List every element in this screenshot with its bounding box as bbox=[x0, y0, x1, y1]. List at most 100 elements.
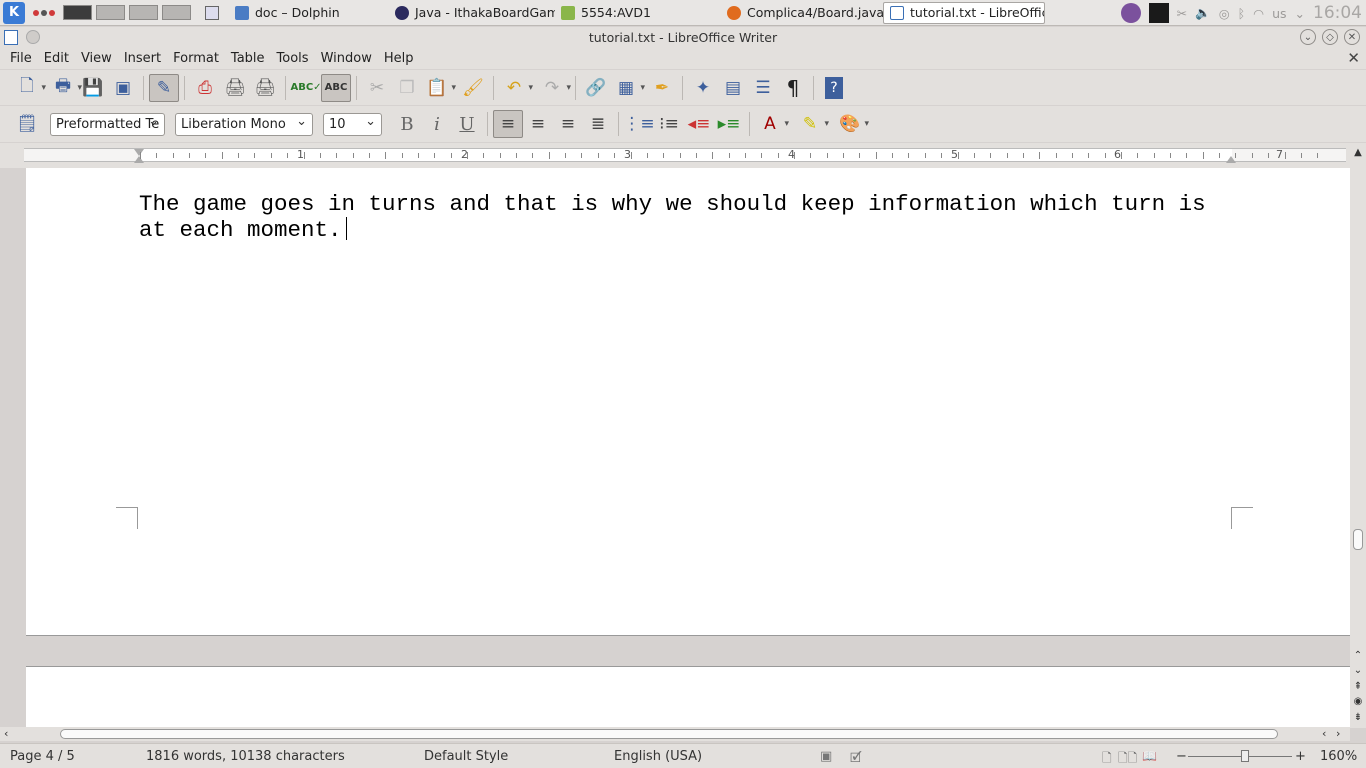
single-page-view-icon[interactable]: 🗋 bbox=[1102, 749, 1112, 768]
numbering-icon[interactable]: ⋮≡ bbox=[623, 110, 654, 138]
activity-switcher-icon[interactable] bbox=[33, 9, 55, 16]
desktop-1[interactable] bbox=[63, 5, 92, 20]
next-page-icon[interactable]: ⇟ bbox=[1350, 710, 1366, 726]
previous-page-icon[interactable]: ⇞ bbox=[1350, 679, 1366, 695]
menu-format[interactable]: Format bbox=[167, 51, 225, 66]
document-body[interactable]: The game goes in turns and that is why w… bbox=[139, 191, 1229, 243]
selection-mode-icon[interactable]: ▣ bbox=[820, 749, 832, 764]
task-firefox[interactable]: Complica4/Board.java bbox=[721, 2, 883, 24]
formatting-marks-icon[interactable]: ¶ bbox=[778, 74, 808, 102]
justify-icon[interactable]: ≣ bbox=[583, 110, 613, 138]
print-preview-icon[interactable]: 🖨 bbox=[250, 74, 280, 102]
clone-formatting-icon[interactable]: 🖌 bbox=[458, 74, 488, 102]
task-eclipse[interactable]: Java - IthakaBoardGam bbox=[389, 2, 555, 24]
application-launcher-icon[interactable]: K bbox=[3, 1, 25, 24]
close-window-button[interactable]: ✕ bbox=[1344, 29, 1360, 45]
document-page[interactable]: The game goes in turns and that is why w… bbox=[26, 168, 1350, 636]
menu-insert[interactable]: Insert bbox=[118, 51, 167, 66]
scroll-down-small-icon[interactable]: ⌄ bbox=[1350, 663, 1366, 679]
font-name-select[interactable]: Liberation Mono bbox=[175, 112, 313, 136]
italic-button[interactable]: i bbox=[422, 110, 452, 138]
autospellcheck-icon[interactable]: ABC bbox=[321, 73, 351, 102]
font-size-select[interactable]: 10 bbox=[323, 112, 382, 136]
viber-icon[interactable] bbox=[1120, 3, 1141, 23]
bluetooth-icon[interactable]: ᛒ bbox=[1238, 6, 1246, 21]
menu-table[interactable]: Table bbox=[225, 51, 271, 66]
new-document-icon[interactable]: 🗋 bbox=[12, 74, 46, 102]
page-style[interactable]: Default Style bbox=[424, 749, 508, 764]
ruler-bar[interactable]: 1 2 3 4 5 6 7 bbox=[24, 148, 1346, 163]
menu-edit[interactable]: Edit bbox=[38, 51, 75, 66]
redo-icon[interactable]: ↷ bbox=[537, 74, 571, 102]
multi-page-view-icon[interactable]: 🗋🗋 bbox=[1118, 749, 1137, 768]
hyperlink-icon[interactable]: 🔗 bbox=[581, 74, 611, 102]
cut-icon[interactable]: ✂ bbox=[362, 74, 392, 102]
navigation-icon[interactable]: ◉ bbox=[1350, 694, 1366, 710]
scroll-down-icon[interactable]: ⌃ bbox=[1350, 648, 1366, 664]
styles-and-formatting-icon[interactable]: 🗒 bbox=[12, 110, 42, 138]
font-color-icon[interactable]: A bbox=[755, 110, 789, 138]
menu-help[interactable]: Help bbox=[378, 51, 420, 66]
paragraph-style-select[interactable]: Preformatted Te bbox=[50, 112, 165, 136]
pin-icon[interactable] bbox=[26, 30, 40, 44]
left-indent-marker[interactable] bbox=[134, 156, 144, 163]
clock[interactable]: 16:04 bbox=[1313, 3, 1362, 23]
minimize-button[interactable]: ⌄ bbox=[1300, 29, 1316, 45]
scroll-up-icon[interactable]: ▲ bbox=[1350, 145, 1366, 161]
desktop-3[interactable] bbox=[129, 5, 158, 20]
scissors-icon[interactable]: ✂ bbox=[1177, 6, 1187, 21]
show-desktop-icon[interactable] bbox=[205, 5, 219, 20]
text-language[interactable]: English (USA) bbox=[614, 749, 702, 764]
insert-table-icon[interactable]: ▦ bbox=[611, 74, 645, 102]
horizontal-scroll-thumb[interactable] bbox=[60, 729, 1278, 739]
close-document-icon[interactable]: ✕ bbox=[1347, 49, 1360, 67]
align-left-icon[interactable]: ≡ bbox=[493, 110, 523, 138]
tray-expand-icon[interactable]: ⌄ bbox=[1295, 6, 1305, 21]
maximize-button[interactable]: ◇ bbox=[1322, 29, 1338, 45]
task-android-emulator[interactable]: 5554:AVD1 bbox=[555, 2, 721, 24]
writer-app-icon[interactable] bbox=[4, 30, 18, 45]
menu-view[interactable]: View bbox=[75, 51, 118, 66]
open-icon[interactable]: 🖶 bbox=[48, 74, 82, 102]
print-icon[interactable]: 🖨 bbox=[220, 74, 250, 102]
scroll-left-end-icon[interactable]: ‹ bbox=[1322, 727, 1326, 740]
align-right-icon[interactable]: ≡ bbox=[553, 110, 583, 138]
virtual-desktop-pager[interactable] bbox=[63, 5, 191, 20]
wifi-icon[interactable]: ◠ bbox=[1253, 6, 1264, 21]
paste-icon[interactable]: 📋 bbox=[422, 74, 456, 102]
menu-tools[interactable]: Tools bbox=[271, 51, 315, 66]
zoom-in-button[interactable]: + bbox=[1295, 749, 1306, 764]
zoom-slider-handle[interactable] bbox=[1241, 750, 1249, 762]
undo-icon[interactable]: ↶ bbox=[499, 74, 533, 102]
export-pdf-icon[interactable]: ⎙ bbox=[190, 74, 220, 102]
zoom-out-button[interactable]: − bbox=[1176, 749, 1187, 764]
word-count[interactable]: 1816 words, 10138 characters bbox=[146, 749, 345, 764]
decrease-indent-icon[interactable]: ◂≡ bbox=[684, 110, 714, 138]
align-center-icon[interactable]: ≡ bbox=[523, 110, 553, 138]
menu-file[interactable]: File bbox=[4, 51, 38, 66]
data-sources-icon[interactable]: ☰ bbox=[748, 74, 778, 102]
copy-icon[interactable]: ❐ bbox=[392, 74, 422, 102]
first-line-indent-marker[interactable] bbox=[134, 149, 144, 156]
edit-mode-icon[interactable]: ✎ bbox=[149, 73, 179, 102]
vertical-scroll-thumb[interactable] bbox=[1353, 529, 1363, 550]
desktop-4[interactable] bbox=[162, 5, 191, 20]
menu-window[interactable]: Window bbox=[315, 51, 378, 66]
book-view-icon[interactable]: 📖 bbox=[1142, 749, 1157, 763]
save-icon[interactable]: 💾 bbox=[78, 74, 108, 102]
desktop-2[interactable] bbox=[96, 5, 125, 20]
volume-icon[interactable]: 🔈 bbox=[1195, 5, 1211, 21]
highlighting-icon[interactable]: ✎ bbox=[795, 110, 829, 138]
scroll-right-icon[interactable]: › bbox=[1336, 727, 1340, 740]
show-draw-functions-icon[interactable]: ✒ bbox=[647, 74, 677, 102]
task-libreoffice[interactable]: tutorial.txt - LibreOffic bbox=[883, 1, 1045, 24]
bold-button[interactable]: B bbox=[392, 110, 422, 138]
background-color-icon[interactable]: 🎨 bbox=[835, 110, 869, 138]
help-icon[interactable]: ? bbox=[825, 76, 843, 99]
zoom-slider-track[interactable] bbox=[1188, 756, 1292, 757]
next-page[interactable] bbox=[26, 666, 1350, 728]
spellcheck-icon[interactable]: ABC✓ bbox=[290, 74, 321, 102]
task-dolphin[interactable]: doc – Dolphin bbox=[229, 2, 389, 24]
underline-button[interactable]: U bbox=[452, 110, 482, 138]
zoom-level[interactable]: 160% bbox=[1320, 749, 1357, 764]
